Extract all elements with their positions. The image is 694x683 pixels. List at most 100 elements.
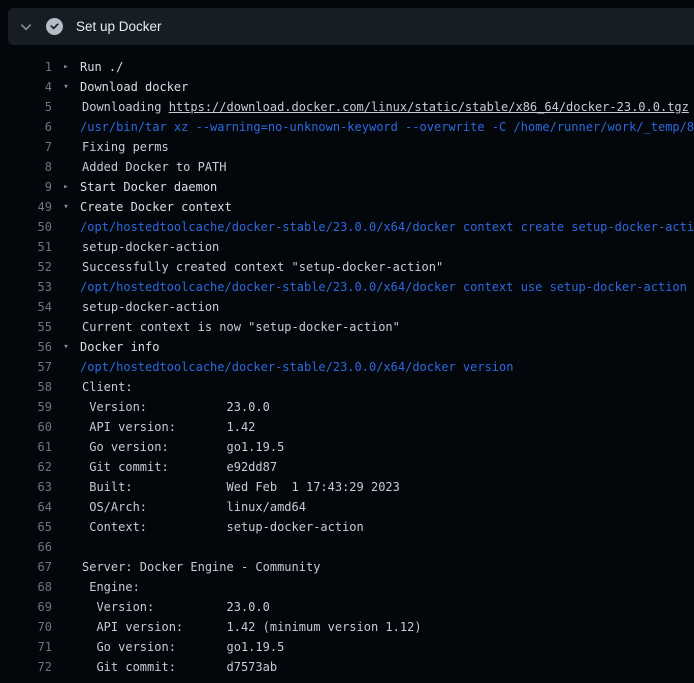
- line-number-link[interactable]: 7: [0, 137, 52, 157]
- log-line: 64 OS/Arch: linux/amd64: [0, 497, 694, 517]
- triangle-right-icon[interactable]: ▸: [52, 57, 80, 77]
- line-number-link[interactable]: 5: [0, 97, 52, 117]
- arrow-spacer: [52, 637, 80, 657]
- line-number-link[interactable]: 8: [0, 157, 52, 177]
- log-line: 69 Version: 23.0.0: [0, 597, 694, 617]
- log-text: Version: 23.0.0: [80, 397, 270, 417]
- arrow-spacer: [52, 277, 80, 297]
- command-text: /usr/bin/tar xz --warning=no-unknown-key…: [80, 117, 694, 137]
- line-number-link[interactable]: 60: [0, 417, 52, 437]
- log-text: Git commit: e92dd87: [80, 457, 277, 477]
- arrow-spacer: [52, 297, 80, 317]
- arrow-spacer: [52, 477, 80, 497]
- arrow-spacer: [52, 257, 80, 277]
- arrow-spacer: [52, 237, 80, 257]
- log-line: 71 Go version: go1.19.5: [0, 637, 694, 657]
- log-line: 52Successfully created context "setup-do…: [0, 257, 694, 277]
- chevron-down-icon[interactable]: [18, 19, 34, 35]
- log-line: 51 setup-docker-action: [0, 237, 694, 257]
- log-line: 56▾Docker info: [0, 337, 694, 357]
- log-line: 49▾Create Docker context: [0, 197, 694, 217]
- triangle-down-icon[interactable]: ▾: [52, 77, 80, 97]
- line-number-link[interactable]: 71: [0, 637, 52, 657]
- group-label[interactable]: Start Docker daemon: [80, 177, 217, 197]
- step-header[interactable]: Set up Docker: [8, 8, 694, 45]
- arrow-spacer: [52, 137, 80, 157]
- log-line: 61 Go version: go1.19.5: [0, 437, 694, 457]
- arrow-spacer: [52, 357, 80, 377]
- arrow-spacer: [52, 317, 80, 337]
- log-text: Engine:: [80, 577, 140, 597]
- triangle-right-icon[interactable]: ▸: [52, 177, 80, 197]
- line-number-link[interactable]: 54: [0, 297, 52, 317]
- log-text: Go version: go1.19.5: [80, 437, 284, 457]
- arrow-spacer: [52, 417, 80, 437]
- log-text: Server: Docker Engine - Community: [80, 557, 320, 577]
- log-line: 62 Git commit: e92dd87: [0, 457, 694, 477]
- line-number-link[interactable]: 64: [0, 497, 52, 517]
- line-number-link[interactable]: 50: [0, 217, 52, 237]
- arrow-spacer: [52, 377, 80, 397]
- log-line: 58 Client:: [0, 377, 694, 397]
- line-number-link[interactable]: 6: [0, 117, 52, 137]
- triangle-down-icon[interactable]: ▾: [52, 197, 80, 217]
- line-number-link[interactable]: 70: [0, 617, 52, 637]
- log-line: 70 API version: 1.42 (minimum version 1.…: [0, 617, 694, 637]
- line-number-link[interactable]: 62: [0, 457, 52, 477]
- check-circle-icon: [46, 18, 63, 35]
- line-number-link[interactable]: 58: [0, 377, 52, 397]
- arrow-spacer: [52, 537, 80, 557]
- arrow-spacer: [52, 437, 80, 457]
- triangle-down-icon[interactable]: ▾: [52, 337, 80, 357]
- line-number-link[interactable]: 4: [0, 77, 52, 97]
- log-text: Fixing perms: [80, 137, 169, 157]
- line-number-link[interactable]: 1: [0, 57, 52, 77]
- group-label[interactable]: Create Docker context: [80, 197, 232, 217]
- log-line: 1▸Run ./: [0, 57, 694, 77]
- log-text: Git commit: d7573ab: [80, 657, 277, 677]
- line-number-link[interactable]: 59: [0, 397, 52, 417]
- line-number-link[interactable]: 51: [0, 237, 52, 257]
- line-number-link[interactable]: 63: [0, 477, 52, 497]
- log-text: setup-docker-action: [80, 237, 219, 257]
- line-number-link[interactable]: 52: [0, 257, 52, 277]
- arrow-spacer: [52, 517, 80, 537]
- log-text: Client:: [80, 377, 133, 397]
- line-number-link[interactable]: 55: [0, 317, 52, 337]
- log-text: Version: 23.0.0: [80, 597, 270, 617]
- log-text: Current context is now "setup-docker-act…: [80, 317, 400, 337]
- line-number-link[interactable]: 65: [0, 517, 52, 537]
- log-link[interactable]: https://download.docker.com/linux/static…: [169, 100, 689, 114]
- arrow-spacer: [52, 457, 80, 477]
- arrow-spacer: [52, 557, 80, 577]
- line-number-link[interactable]: 56: [0, 337, 52, 357]
- log-line: 65 Context: setup-docker-action: [0, 517, 694, 537]
- group-label[interactable]: Docker info: [80, 337, 159, 357]
- line-number-link[interactable]: 69: [0, 597, 52, 617]
- line-number-link[interactable]: 66: [0, 537, 52, 557]
- log-line: 53/opt/hostedtoolcache/docker-stable/23.…: [0, 277, 694, 297]
- arrow-spacer: [52, 597, 80, 617]
- log-text: [80, 537, 82, 557]
- log-line: 68 Engine:: [0, 577, 694, 597]
- log-text: Downloading https://download.docker.com/…: [80, 97, 689, 117]
- line-number-link[interactable]: 72: [0, 657, 52, 677]
- line-number-link[interactable]: 9: [0, 177, 52, 197]
- line-number-link[interactable]: 61: [0, 437, 52, 457]
- group-label[interactable]: Run ./: [80, 57, 123, 77]
- step-title: Set up Docker: [76, 19, 162, 34]
- log-text: Go version: go1.19.5: [80, 637, 284, 657]
- line-number-link[interactable]: 68: [0, 577, 52, 597]
- log-text: API version: 1.42 (minimum version 1.12): [80, 617, 422, 637]
- group-label[interactable]: Download docker: [80, 77, 188, 97]
- command-text: /opt/hostedtoolcache/docker-stable/23.0.…: [80, 217, 694, 237]
- line-number-link[interactable]: 67: [0, 557, 52, 577]
- arrow-spacer: [52, 217, 80, 237]
- line-number-link[interactable]: 49: [0, 197, 52, 217]
- arrow-spacer: [52, 657, 80, 677]
- log-line: 8Added Docker to PATH: [0, 157, 694, 177]
- line-number-link[interactable]: 57: [0, 357, 52, 377]
- log-line: 63 Built: Wed Feb 1 17:43:29 2023: [0, 477, 694, 497]
- line-number-link[interactable]: 53: [0, 277, 52, 297]
- log-text: API version: 1.42: [80, 417, 255, 437]
